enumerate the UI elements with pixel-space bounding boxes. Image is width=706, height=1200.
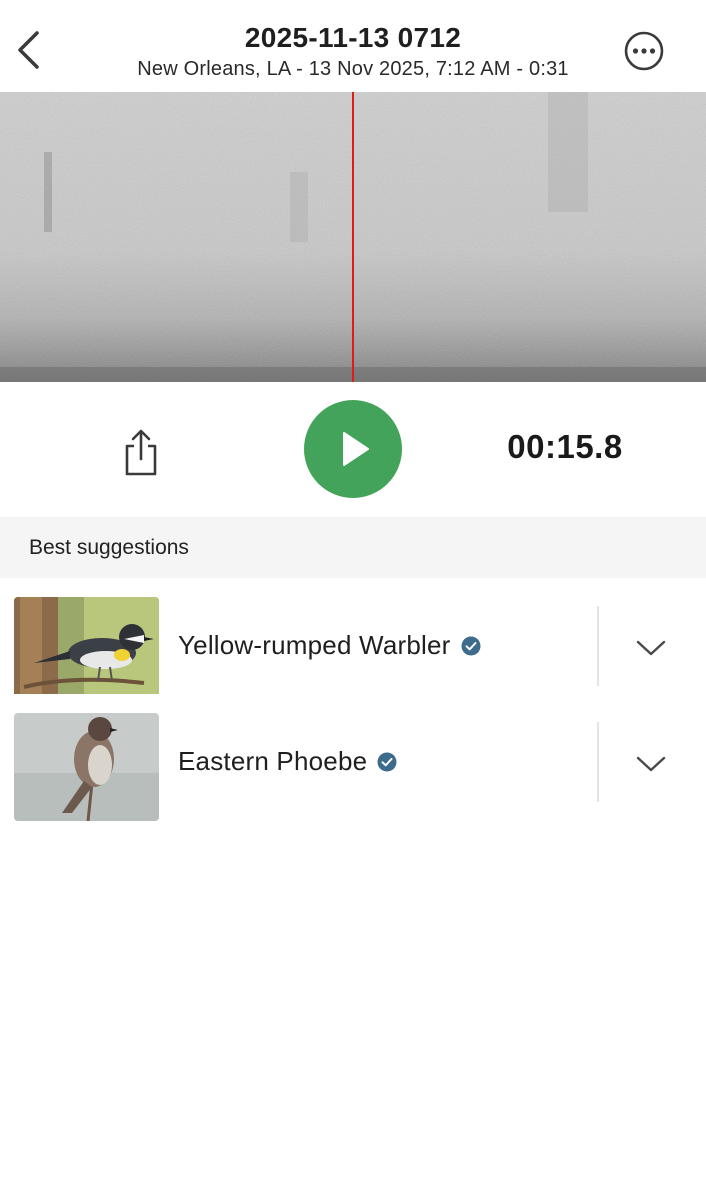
share-icon — [125, 429, 157, 476]
play-button[interactable] — [304, 400, 402, 498]
suggestions-title: Best suggestions — [29, 536, 189, 559]
elapsed-time: 00:15.8 — [507, 428, 623, 465]
species-name: Eastern Phoebe — [178, 746, 397, 777]
chevron-down-icon — [636, 640, 666, 656]
back-button[interactable] — [8, 26, 48, 74]
suggestions-header: Best suggestions — [0, 517, 706, 578]
verified-icon — [461, 636, 480, 655]
species-thumbnail — [14, 713, 159, 821]
more-circle-icon — [624, 31, 664, 71]
play-icon — [343, 432, 369, 466]
expand-button[interactable] — [626, 630, 676, 666]
more-options-button[interactable] — [622, 29, 666, 73]
playhead[interactable] — [352, 92, 354, 382]
divider — [597, 722, 599, 802]
spectrogram[interactable] — [0, 92, 706, 382]
species-name-text: Eastern Phoebe — [178, 746, 368, 776]
divider — [597, 606, 599, 686]
share-button[interactable] — [114, 426, 168, 480]
player-controls: 00:15.8 — [0, 382, 706, 517]
recording-details: New Orleans, LA - 13 Nov 2025, 7:12 AM -… — [137, 58, 569, 80]
suggestion-row[interactable]: Yellow-rumped Warbler — [0, 578, 706, 705]
chevron-down-icon — [636, 756, 666, 772]
verified-icon — [377, 752, 397, 771]
page-title: 2025-11-13 0712 — [244, 22, 462, 53]
expand-button[interactable] — [626, 746, 676, 782]
species-name-text: Yellow-rumped Warbler — [178, 630, 451, 660]
species-name: Yellow-rumped Warbler — [178, 630, 481, 661]
header: 2025-11-13 0712 New Orleans, LA - 13 Nov… — [0, 0, 706, 92]
suggestion-row[interactable]: Eastern Phoebe — [0, 694, 706, 821]
species-thumbnail — [14, 597, 159, 705]
yellow-rumped-warbler-photo — [14, 597, 159, 705]
eastern-phoebe-photo — [14, 713, 159, 821]
chevron-left-icon — [18, 31, 39, 69]
